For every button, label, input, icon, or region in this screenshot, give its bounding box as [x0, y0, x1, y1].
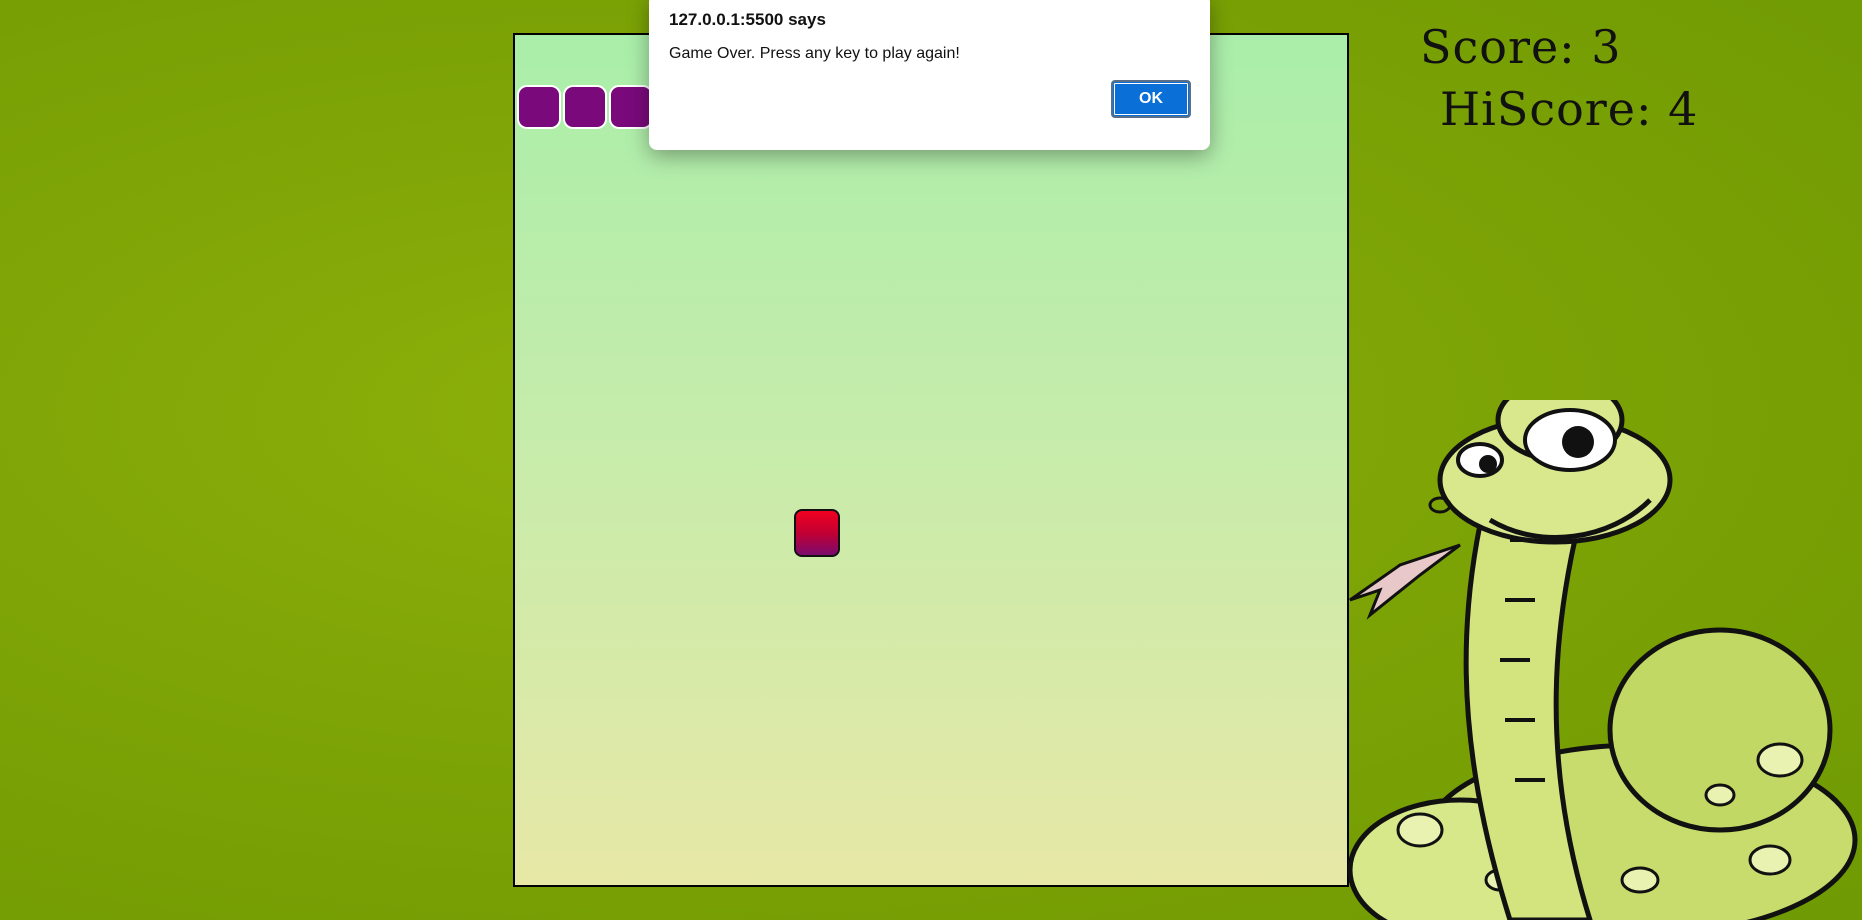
cartoon-snake-icon [1347, 400, 1858, 920]
snake-segment [563, 85, 607, 129]
alert-title: 127.0.0.1:5500 says [669, 10, 826, 29]
ok-button[interactable]: OK [1111, 80, 1191, 118]
score-display: Score: 3 [1420, 20, 1622, 74]
alert-dialog: 127.0.0.1:5500 says Game Over. Press any… [649, 0, 1210, 150]
alert-message: Game Over. Press any key to play again! [669, 45, 960, 62]
game-board [513, 33, 1349, 887]
snake-segment [609, 85, 653, 129]
hiscore-display: HiScore: 4 [1440, 82, 1699, 136]
food [794, 509, 840, 557]
snake-segment [517, 85, 561, 129]
